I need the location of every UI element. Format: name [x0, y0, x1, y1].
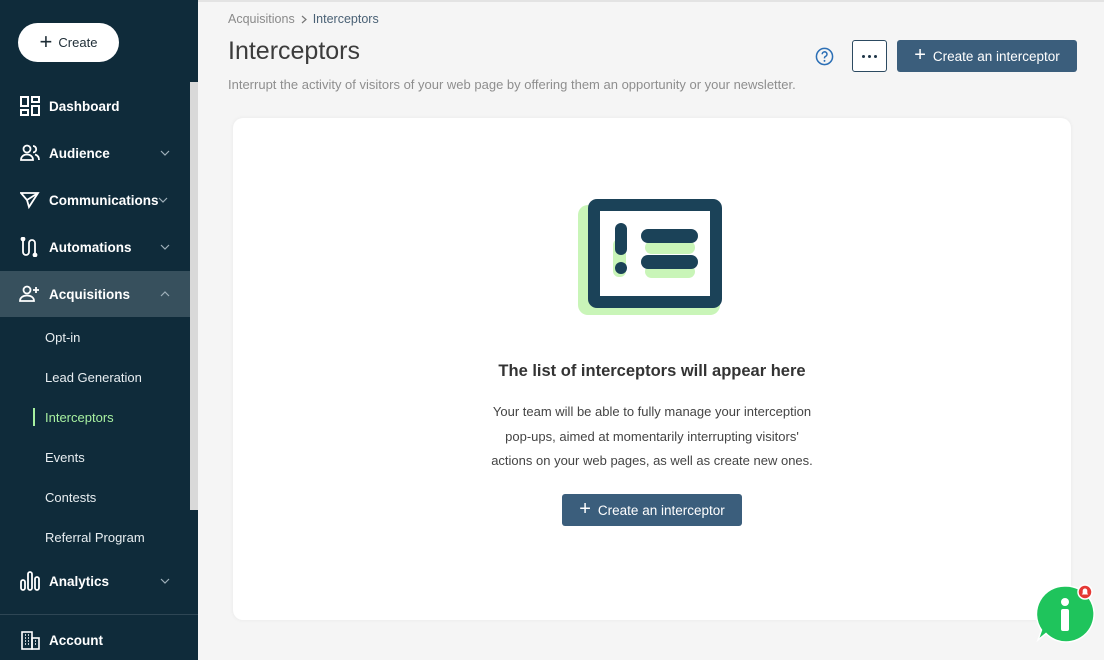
interceptor-illustration-icon: [578, 199, 722, 315]
create-button[interactable]: + Create: [18, 23, 119, 62]
sidebar-item-label: Dashboard: [49, 98, 120, 114]
more-dot: [874, 54, 877, 58]
sidebar-item-label: Communications: [49, 192, 159, 208]
sidebar-subitem-contests[interactable]: Contests: [0, 477, 190, 517]
create-interceptor-button[interactable]: + Create an interceptor: [897, 40, 1077, 72]
sidebar-subitem-events[interactable]: Events: [0, 437, 190, 477]
empty-state-description-line: actions on your web pages, as well as cr…: [491, 453, 813, 468]
send-icon: [19, 189, 41, 211]
sidebar-item-label: Account: [49, 632, 103, 648]
sidebar-scrollbar[interactable]: [190, 82, 198, 510]
empty-state-create-button[interactable]: + Create an interceptor: [562, 494, 742, 526]
automation-icon: [19, 236, 41, 258]
plus-icon: +: [579, 498, 591, 520]
create-button-label: Create: [58, 35, 98, 50]
more-dot: [862, 54, 865, 58]
bar-chart-icon: [19, 570, 41, 592]
more-options-button[interactable]: [852, 40, 887, 72]
chevron-down-icon: [160, 578, 170, 584]
sidebar-item-label: Automations: [49, 239, 132, 255]
breadcrumb-parent-link[interactable]: Acquisitions: [228, 12, 295, 26]
sidebar: + Create Dashboard Audience Communicatio…: [0, 0, 198, 660]
breadcrumb: Acquisitions Interceptors: [228, 12, 379, 26]
plus-icon: +: [914, 44, 926, 66]
sidebar-item-audience[interactable]: Audience: [0, 130, 190, 176]
sidebar-subitem-opt-in[interactable]: Opt-in: [0, 317, 190, 357]
page-title: Interceptors: [228, 37, 361, 65]
chevron-down-icon: [160, 150, 170, 156]
chevron-right-icon: [301, 15, 307, 23]
sidebar-item-communications[interactable]: Communications: [0, 177, 190, 223]
sidebar-item-label: Analytics: [49, 573, 110, 589]
empty-state-description: Your team will be able to fully manage y…: [472, 400, 832, 474]
sidebar-item-acquisitions[interactable]: Acquisitions: [0, 271, 190, 317]
empty-state-description-line: pop-ups, aimed at momentarily interrupti…: [505, 428, 799, 444]
chevron-down-icon: [158, 197, 168, 203]
empty-state-title: The list of interceptors will appear her…: [498, 362, 806, 380]
sidebar-item-automations[interactable]: Automations: [0, 224, 190, 270]
empty-state-create-label: Create an interceptor: [597, 502, 725, 518]
sidebar-item-label: Acquisitions: [49, 286, 131, 302]
sidebar-divider: [0, 614, 198, 615]
help-icon[interactable]: [815, 47, 834, 66]
sidebar-item-analytics[interactable]: Analytics: [0, 558, 190, 604]
page-subtitle: Interrupt the activity of visitors of yo…: [228, 77, 796, 92]
chat-support-icon[interactable]: [1034, 584, 1098, 648]
breadcrumb-current: Interceptors: [312, 12, 379, 26]
dashboard-icon: [19, 95, 41, 117]
building-icon: [19, 629, 41, 651]
chevron-down-icon: [160, 244, 170, 250]
top-border: [198, 0, 1104, 2]
sidebar-item-dashboard[interactable]: Dashboard: [0, 83, 190, 129]
more-dot: [868, 54, 871, 58]
sidebar-item-account[interactable]: Account: [0, 617, 190, 660]
sidebar-subitem-referral-program[interactable]: Referral Program: [0, 517, 190, 557]
add-user-icon: [19, 283, 41, 305]
create-interceptor-label: Create an interceptor: [932, 48, 1060, 64]
sidebar-item-label: Audience: [49, 145, 110, 161]
sidebar-subitem-lead-generation[interactable]: Lead Generation: [0, 357, 190, 397]
plus-icon: +: [39, 28, 53, 54]
chevron-up-icon: [160, 291, 170, 297]
audience-icon: [19, 142, 41, 164]
sidebar-subitem-interceptors[interactable]: Interceptors: [0, 397, 190, 437]
empty-state-description-line: Your team will be able to fully manage y…: [492, 404, 812, 419]
